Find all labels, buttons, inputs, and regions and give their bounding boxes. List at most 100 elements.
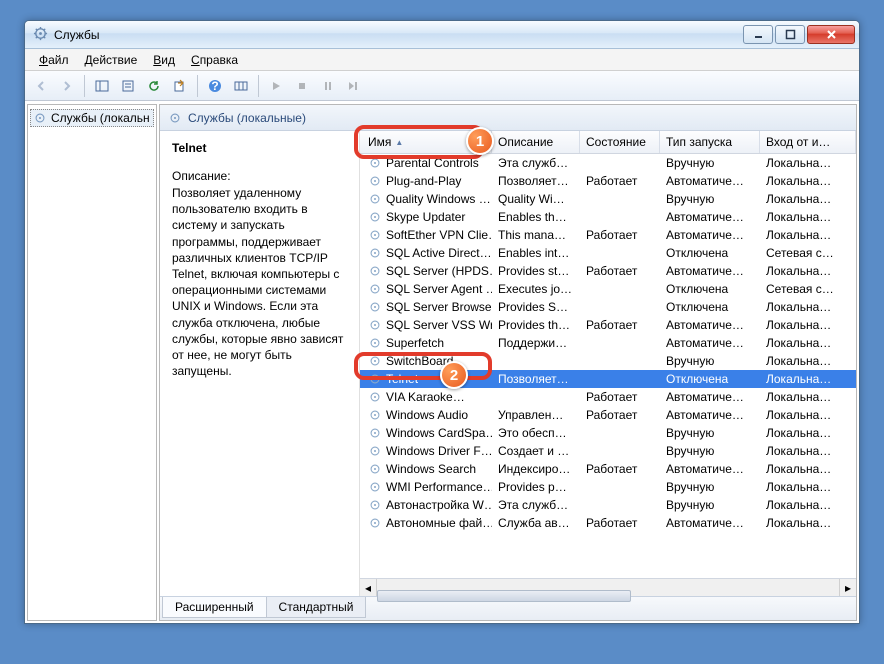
table-row[interactable]: Windows CardSpa…Это обесп…ВручнуюЛокальн… bbox=[360, 424, 856, 442]
cell-logon-as: Локальна… bbox=[760, 408, 856, 422]
column-logon-as[interactable]: Вход от и… bbox=[760, 131, 856, 153]
rows-container[interactable]: Parental ControlsЭта служб…ВручнуюЛокаль… bbox=[360, 154, 856, 578]
export-button[interactable] bbox=[168, 74, 192, 98]
cell-description: Поддержи… bbox=[492, 336, 580, 350]
cell-status: Работает bbox=[580, 516, 660, 530]
table-row[interactable]: Windows Driver F…Создает и …ВручнуюЛокал… bbox=[360, 442, 856, 460]
cell-logon-as: Локальна… bbox=[760, 192, 856, 206]
service-list: 1 2 Имя▲ Описание Состояние Тип запуска … bbox=[360, 131, 856, 596]
table-row[interactable]: SQL Server (HPDS…Provides st…РаботаетАвт… bbox=[360, 262, 856, 280]
cell-description: Эта служб… bbox=[492, 156, 580, 170]
menu-file[interactable]: Файл bbox=[31, 51, 77, 69]
scroll-right-button[interactable]: ▸ bbox=[839, 579, 856, 596]
cell-logon-as: Локальна… bbox=[760, 336, 856, 350]
window-title: Службы bbox=[54, 28, 741, 42]
cell-name: Skype Updater bbox=[362, 210, 492, 224]
horizontal-scrollbar[interactable]: ◂ ▸ bbox=[360, 578, 856, 596]
menu-view[interactable]: Вид bbox=[145, 51, 183, 69]
menubar: Файл Действие Вид Справка bbox=[25, 49, 859, 71]
cell-startup-type: Автоматиче… bbox=[660, 408, 760, 422]
content: Telnet Описание: Позволяет удаленному по… bbox=[160, 131, 856, 596]
cell-startup-type: Автоматиче… bbox=[660, 516, 760, 530]
scroll-left-button[interactable]: ◂ bbox=[360, 579, 377, 596]
cell-status: Работает bbox=[580, 174, 660, 188]
cell-name: SQL Server VSS Wr… bbox=[362, 318, 492, 332]
cell-description: Позволяет… bbox=[492, 174, 580, 188]
cell-startup-type: Отключена bbox=[660, 282, 760, 296]
main-header-title: Службы (локальные) bbox=[188, 111, 306, 125]
table-row[interactable]: Skype UpdaterEnables th…Автоматиче…Локал… bbox=[360, 208, 856, 226]
table-row[interactable]: SQL Server VSS Wr…Provides th…РаботаетАв… bbox=[360, 316, 856, 334]
column-status[interactable]: Состояние bbox=[580, 131, 660, 153]
cell-logon-as: Локальна… bbox=[760, 210, 856, 224]
tab-standard[interactable]: Стандартный bbox=[266, 597, 367, 618]
cell-logon-as: Локальна… bbox=[760, 156, 856, 170]
show-hide-tree-button[interactable] bbox=[90, 74, 114, 98]
menu-action[interactable]: Действие bbox=[77, 51, 146, 69]
table-row[interactable]: Quality Windows …Quality Wi…ВручнуюЛокал… bbox=[360, 190, 856, 208]
maximize-button[interactable] bbox=[775, 25, 805, 44]
cell-description: Создает и … bbox=[492, 444, 580, 458]
cell-name: Windows CardSpa… bbox=[362, 426, 492, 440]
table-row[interactable]: Parental ControlsЭта служб…ВручнуюЛокаль… bbox=[360, 154, 856, 172]
scroll-thumb[interactable] bbox=[377, 590, 631, 602]
table-row[interactable]: SQL Server Agent …Executes jo…ОтключенаС… bbox=[360, 280, 856, 298]
cell-name: Quality Windows … bbox=[362, 192, 492, 206]
minimize-button[interactable] bbox=[743, 25, 773, 44]
cell-startup-type: Вручную bbox=[660, 498, 760, 512]
cell-startup-type: Вручную bbox=[660, 426, 760, 440]
columns-button[interactable] bbox=[229, 74, 253, 98]
cell-name: SQL Server (HPDS… bbox=[362, 264, 492, 278]
column-description[interactable]: Описание bbox=[492, 131, 580, 153]
table-row[interactable]: Автономные фай…Служба ав…РаботаетАвтомат… bbox=[360, 514, 856, 532]
titlebar[interactable]: Службы bbox=[25, 21, 859, 49]
cell-name: Windows Search bbox=[362, 462, 492, 476]
table-row[interactable]: SQL Server BrowserProvides S…ОтключенаЛо… bbox=[360, 298, 856, 316]
table-row[interactable]: SQL Active Direct…Enables int…ОтключенаС… bbox=[360, 244, 856, 262]
detail-pane: Telnet Описание: Позволяет удаленному по… bbox=[160, 131, 360, 596]
cell-description: This mana… bbox=[492, 228, 580, 242]
table-row[interactable]: SoftEther VPN Clie…This mana…РаботаетАвт… bbox=[360, 226, 856, 244]
table-row[interactable]: Plug-and-PlayПозволяет…РаботаетАвтоматич… bbox=[360, 172, 856, 190]
tree-pane[interactable]: Службы (локальн bbox=[27, 104, 157, 621]
refresh-button[interactable] bbox=[142, 74, 166, 98]
table-row[interactable]: Windows AudioУправлен…РаботаетАвтоматиче… bbox=[360, 406, 856, 424]
table-row[interactable]: SuperfetchПоддержи…Автоматиче…Локальна… bbox=[360, 334, 856, 352]
column-name[interactable]: Имя▲ bbox=[362, 131, 492, 153]
cell-startup-type: Вручную bbox=[660, 192, 760, 206]
column-headers: Имя▲ Описание Состояние Тип запуска Вход… bbox=[360, 131, 856, 154]
properties-button[interactable] bbox=[116, 74, 140, 98]
help-button[interactable]: ? bbox=[203, 74, 227, 98]
cell-status: Работает bbox=[580, 408, 660, 422]
table-row[interactable]: Windows SearchИндексиро…РаботаетАвтомати… bbox=[360, 460, 856, 478]
cell-name: VIA Karaoke… bbox=[362, 390, 492, 404]
table-row[interactable]: VIA Karaoke…РаботаетАвтоматиче…Локальна… bbox=[360, 388, 856, 406]
main-pane: Службы (локальные) Telnet Описание: Позв… bbox=[159, 104, 857, 621]
menu-help[interactable]: Справка bbox=[183, 51, 246, 69]
close-button[interactable] bbox=[807, 25, 855, 44]
table-row[interactable]: WMI Performance…Provides p…ВручнуюЛокаль… bbox=[360, 478, 856, 496]
table-row[interactable]: TelnetПозволяет…ОтключенаЛокальна… bbox=[360, 370, 856, 388]
separator bbox=[197, 75, 198, 97]
cell-name: Автономные фай… bbox=[362, 516, 492, 530]
table-row[interactable]: SwitchBoardВручнуюЛокальна… bbox=[360, 352, 856, 370]
tab-extended[interactable]: Расширенный bbox=[162, 597, 267, 618]
cell-logon-as: Локальна… bbox=[760, 516, 856, 530]
cell-name: SoftEther VPN Clie… bbox=[362, 228, 492, 242]
back-button bbox=[29, 74, 53, 98]
cell-logon-as: Локальна… bbox=[760, 372, 856, 386]
cell-startup-type: Автоматиче… bbox=[660, 318, 760, 332]
cell-name: Автонастройка W… bbox=[362, 498, 492, 512]
pause-service-button bbox=[316, 74, 340, 98]
tree-root-services[interactable]: Службы (локальн bbox=[30, 109, 154, 127]
services-window: Службы Файл Действие Вид Справка ? Служб… bbox=[24, 20, 860, 624]
column-startup-type[interactable]: Тип запуска bbox=[660, 131, 760, 153]
start-service-button[interactable] bbox=[264, 74, 288, 98]
cell-startup-type: Вручную bbox=[660, 354, 760, 368]
table-row[interactable]: Автонастройка W…Эта служб…ВручнуюЛокальн… bbox=[360, 496, 856, 514]
cell-description: Индексиро… bbox=[492, 462, 580, 476]
cell-description: Provides st… bbox=[492, 264, 580, 278]
cell-startup-type: Автоматиче… bbox=[660, 210, 760, 224]
cell-name: Telnet bbox=[362, 372, 492, 386]
body: Службы (локальн Службы (локальные) Telne… bbox=[25, 101, 859, 623]
